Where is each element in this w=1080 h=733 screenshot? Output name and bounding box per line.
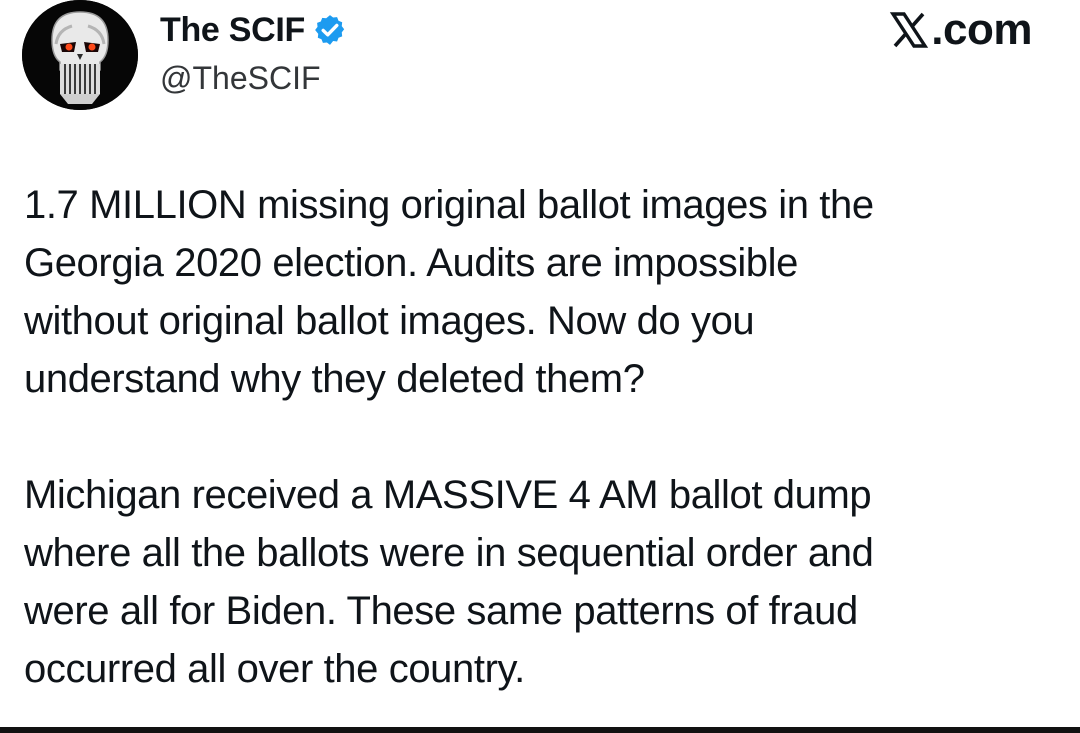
punisher-skull-icon (22, 0, 138, 110)
tweet-paragraph-2: Michigan received a MASSIVE 4 AM ballot … (24, 473, 874, 691)
author-name-row[interactable]: The SCIF (160, 8, 347, 52)
tweet-text: 1.7 MILLION missing original ballot imag… (24, 176, 1054, 698)
avatar[interactable] (22, 0, 138, 110)
tweet-paragraph-1: 1.7 MILLION missing original ballot imag… (24, 183, 874, 401)
author-handle[interactable]: @TheSCIF (160, 58, 321, 98)
bottom-divider (0, 727, 1080, 733)
brand-domain-suffix: .com (931, 5, 1032, 54)
x-logo-icon (890, 12, 929, 48)
brand-watermark: .com (889, 6, 1032, 54)
author-display-name: The SCIF (160, 11, 305, 49)
verified-badge-icon (315, 15, 345, 45)
